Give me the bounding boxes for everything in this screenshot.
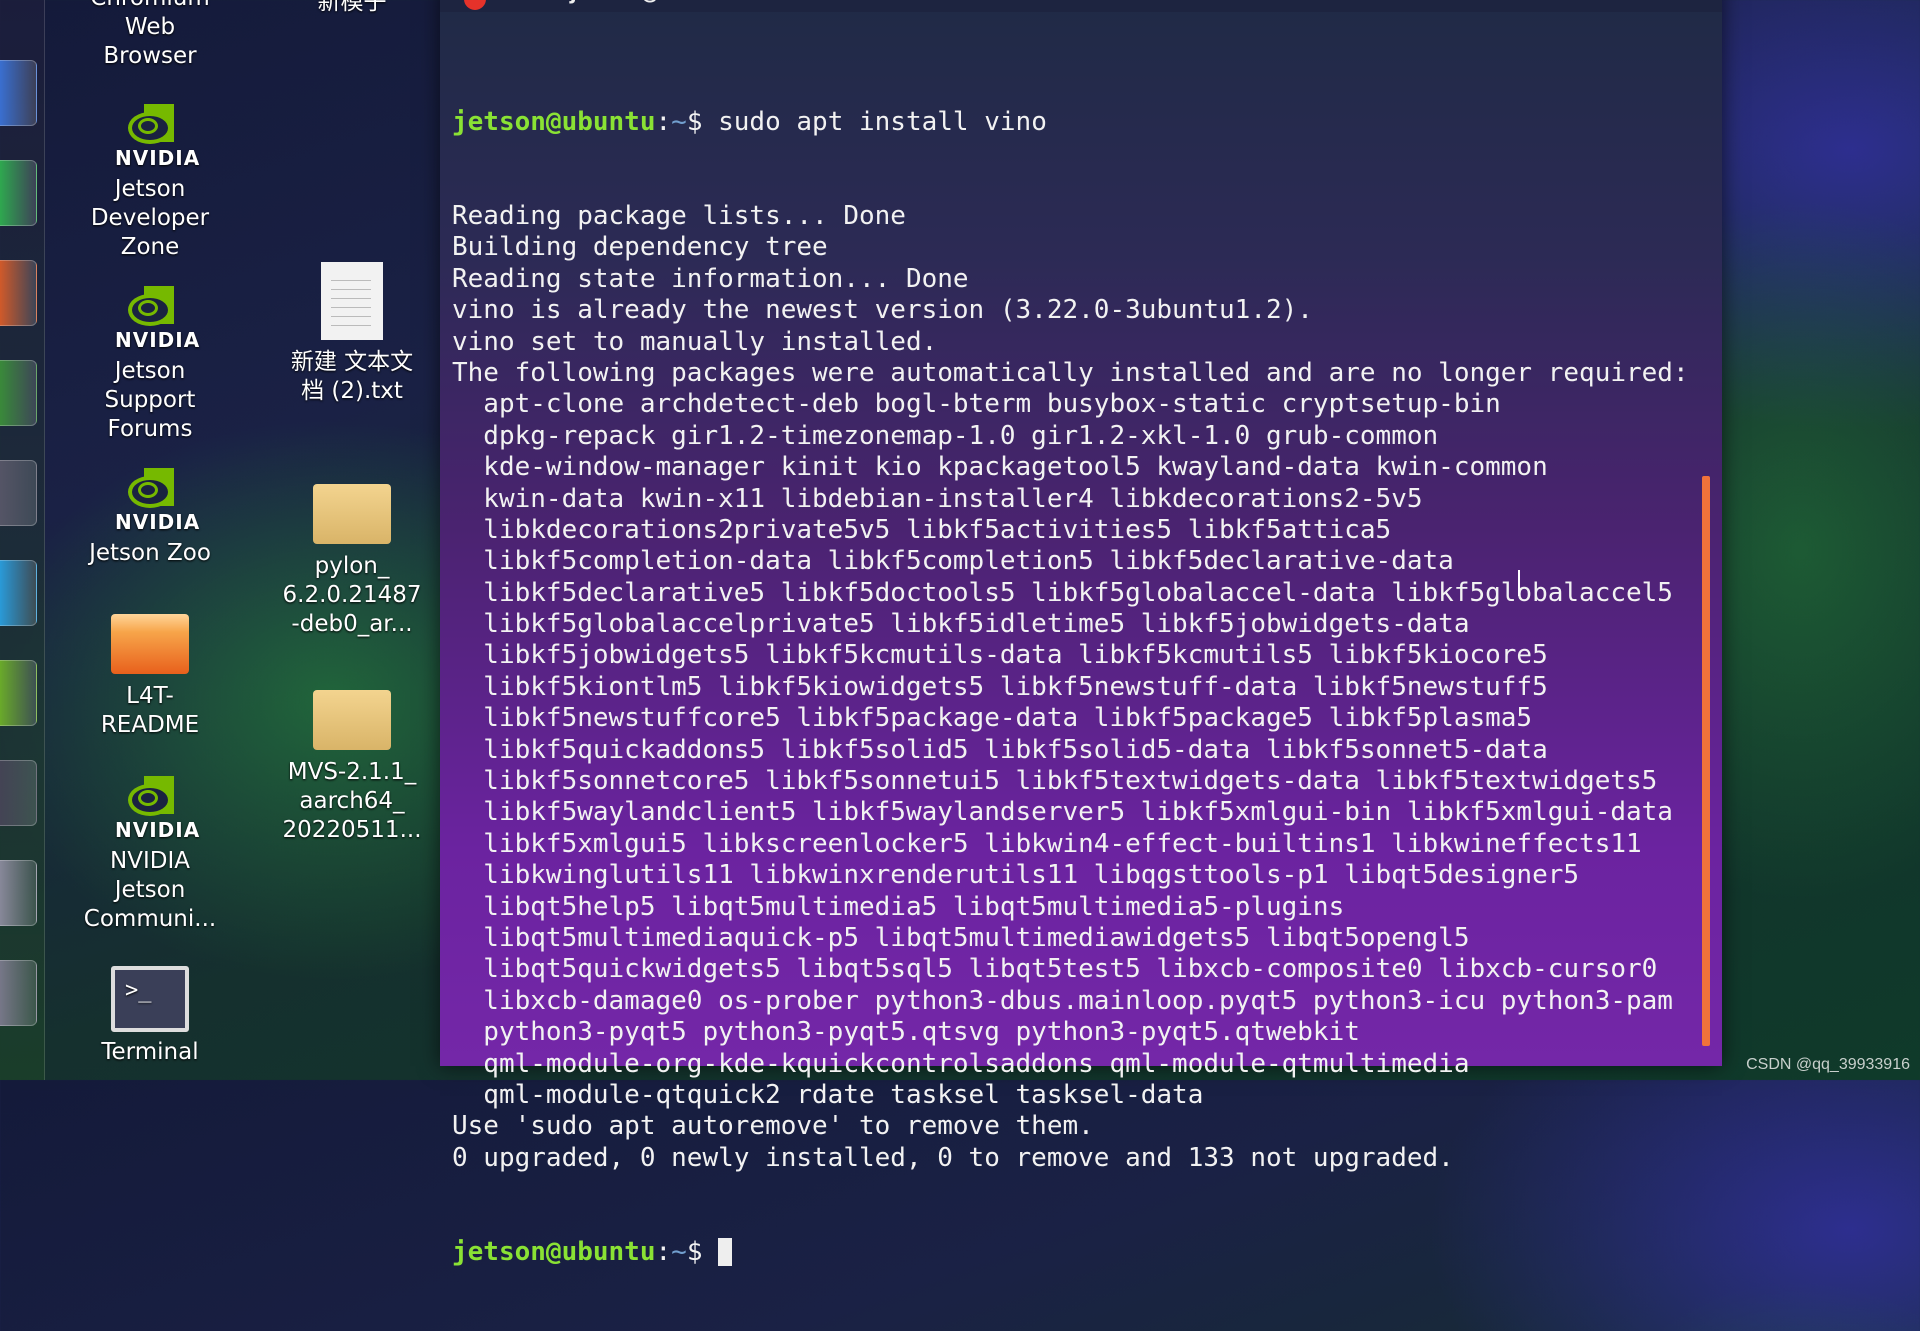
launcher-item-software-center[interactable]	[0, 560, 37, 626]
output-line: libkf5completion-data libkf5completion5 …	[452, 546, 1454, 577]
mouse-ibeam-cursor	[1518, 570, 1523, 596]
nvidia-wordmark: NVIDIA	[115, 510, 201, 534]
launcher-item-files[interactable]	[0, 60, 37, 126]
desktop-icon-label: 新建 文本文 档 (2).txt	[290, 349, 414, 404]
output-line: libkf5quickaddons5 libkf5solid5 libkf5so…	[452, 734, 1548, 765]
desktop-icon-label: Jetson Zoo	[89, 540, 211, 566]
prompt-path: ~	[671, 1236, 687, 1267]
prompt-user: jetson@ubuntu	[452, 106, 656, 137]
nvidia-logo-icon: NVIDIA	[115, 286, 201, 355]
output-line: qml-module-org-kde-kquickcontrolsaddons …	[452, 1048, 1470, 1079]
nvidia-wordmark: NVIDIA	[115, 146, 201, 170]
package-icon	[313, 484, 391, 544]
desktop-icon-jetson-zoo[interactable]: NVIDIA Jetson Zoo	[70, 468, 230, 568]
desktop-icon-item[interactable]: 新模子	[272, 0, 432, 17]
output-line: vino set to manually installed.	[452, 326, 938, 357]
desktop-icon-label: Jetson Support Forums	[104, 358, 196, 442]
output-line: libqt5quickwidgets5 libqt5sql5 libqt5tes…	[452, 954, 1658, 985]
output-line: vino is already the newest version (3.22…	[452, 295, 1313, 326]
terminal-window[interactable]: jetson@ubuntu: ~ jetson@ubuntu:~$ sudo a…	[440, 0, 1722, 1267]
desktop-icon-mvs-2-1-1-aarch64-20220511[interactable]: MVS-2.1.1_ aarch64_ 20220511...	[272, 690, 432, 845]
close-button[interactable]	[464, 0, 486, 10]
window-title: jetson@ubuntu: ~	[570, 0, 772, 4]
launcher-item-trash[interactable]	[0, 960, 37, 1026]
desktop-icon-terminal[interactable]: >_ Terminal	[70, 966, 230, 1067]
terminal-titlebar[interactable]: jetson@ubuntu: ~	[440, 0, 1722, 12]
output-line: python3-pyqt5 python3-pyqt5.qtsvg python…	[452, 1017, 1360, 1048]
command-line: jetson@ubuntu:~$ sudo apt install vino	[452, 107, 1692, 138]
terminal-output[interactable]: jetson@ubuntu:~$ sudo apt install vino R…	[452, 44, 1692, 1331]
desktop-icon-2-txt[interactable]: 新建 文本文 档 (2).txt	[272, 262, 432, 406]
output-line: libkdecorations2private5v5 libkf5activit…	[452, 514, 1392, 545]
prompt-separator: :	[655, 1236, 672, 1267]
prompt-symbol: $	[686, 1236, 703, 1267]
output-line: kde-window-manager kinit kio kpackagetoo…	[452, 452, 1548, 483]
output-line: libqt5help5 libqt5multimedia5 libqt5mult…	[452, 891, 1345, 922]
prompt-path: ~	[671, 106, 687, 137]
launcher-item-libreoffice-calc[interactable]	[0, 360, 37, 426]
output-line: Reading package lists... Done	[452, 201, 906, 232]
desktop-icon-jetson-developer-zone[interactable]: NVIDIA Jetson Developer Zone	[70, 104, 230, 262]
nvidia-wordmark: NVIDIA	[115, 818, 201, 842]
output-line: Reading state information... Done	[452, 263, 969, 294]
desktop-icon-label: L4T- README	[100, 683, 200, 738]
desktop-icon-label: MVS-2.1.1_ aarch64_ 20220511...	[282, 759, 422, 843]
output-line: apt-clone archdetect-deb bogl-bterm busy…	[452, 389, 1501, 420]
output-line: 0 upgraded, 0 newly installed, 0 to remo…	[452, 1142, 1454, 1173]
output-line: libkf5xmlgui5 libkscreenlocker5 libkwin4…	[452, 828, 1642, 859]
nvidia-logo-icon: NVIDIA	[115, 776, 201, 845]
output-line: libkf5jobwidgets5 libkf5kcmutils-data li…	[452, 640, 1548, 671]
output-line: libkf5declarative5 libkf5doctools5 libkf…	[452, 577, 1673, 608]
desktop-icon-nvidia-jetson-communi[interactable]: NVIDIA NVIDIA Jetson Communi...	[70, 776, 230, 934]
output-line: libkwinglutils11 libkwinxrenderutils11 l…	[452, 860, 1580, 891]
text-cursor	[718, 1238, 733, 1267]
desktop-icon-pylon-6-2-0-21487-deb0-ar[interactable]: pylon_ 6.2.0.21487 -deb0_ar...	[272, 484, 432, 639]
output-line: libkf5sonnetcore5 libkf5sonnetui5 libkf5…	[452, 766, 1658, 797]
terminal-icon: >_	[111, 966, 189, 1032]
output-lines: Reading package lists... Done Building de…	[452, 201, 1692, 1174]
launcher-item-system-settings[interactable]	[0, 460, 37, 526]
desktop-icon-label: 新模子	[317, 0, 387, 15]
output-line: libkf5newstuffcore5 libkf5package-data l…	[452, 703, 1533, 734]
launcher-item-libreoffice-impress[interactable]	[0, 260, 37, 326]
output-line: qml-module-qtquick2 rdate tasksel taskse…	[452, 1079, 1204, 1110]
launcher-item-terminal[interactable]	[0, 760, 37, 826]
output-line: libkf5globalaccelprivate5 libkf5idletime…	[452, 609, 1470, 640]
desktop-icon-label: Terminal	[101, 1039, 199, 1065]
text-document-icon	[321, 262, 383, 340]
desktop-icon-l4t-readme[interactable]: L4T- README	[70, 614, 230, 740]
watermark: CSDN @qq_39933916	[1746, 1056, 1910, 1073]
output-line: kwin-data kwin-x11 libdebian-installer4 …	[452, 483, 1423, 514]
prompt-symbol: $	[686, 106, 703, 137]
output-line: dpkg-repack gir1.2-timezonemap-1.0 gir1.…	[452, 420, 1439, 451]
desktop-icon-label: Chromium Web Browser	[90, 0, 209, 69]
output-line: libkf5waylandclient5 libkf5waylandserver…	[452, 797, 1673, 828]
command-text: sudo apt install vino	[702, 106, 1047, 137]
output-line: Use 'sudo apt autoremove' to remove them…	[452, 1111, 1094, 1142]
output-line: libkf5kiontlm5 libkf5kiowidgets5 libkf5n…	[452, 671, 1548, 702]
output-line: Building dependency tree	[452, 232, 828, 263]
active-prompt-line[interactable]: jetson@ubuntu:~$	[452, 1237, 1692, 1268]
nvidia-logo-icon: NVIDIA	[115, 468, 201, 537]
output-line: The following packages were automaticall…	[452, 357, 1689, 388]
prompt-separator: :	[655, 106, 672, 137]
launcher-item-drive[interactable]	[0, 860, 37, 926]
desktop-icon-label: NVIDIA Jetson Communi...	[83, 848, 217, 932]
prompt-user: jetson@ubuntu	[452, 1236, 656, 1267]
output-line: libxcb-damage0 os-prober python3-dbus.ma…	[452, 985, 1673, 1016]
launcher-item-app-green[interactable]	[0, 160, 37, 226]
desktop-icon-chromium-web-browser[interactable]: Chromium Web Browser	[70, 0, 230, 71]
package-icon	[313, 690, 391, 750]
unity-launcher	[0, 0, 45, 1080]
nvidia-logo-icon: NVIDIA	[115, 104, 201, 173]
scrollbar[interactable]	[1702, 476, 1710, 1046]
output-line: libqt5multimediaquick-p5 libqt5multimedi…	[452, 923, 1470, 953]
launcher-item-software-updater[interactable]	[0, 660, 37, 726]
desktop-icon-label: pylon_ 6.2.0.21487 -deb0_ar...	[282, 553, 422, 637]
desktop-icon-label: Jetson Developer Zone	[90, 176, 210, 260]
folder-icon	[111, 614, 189, 674]
desktop-icon-jetson-support-forums[interactable]: NVIDIA Jetson Support Forums	[70, 286, 230, 444]
nvidia-wordmark: NVIDIA	[115, 328, 201, 352]
